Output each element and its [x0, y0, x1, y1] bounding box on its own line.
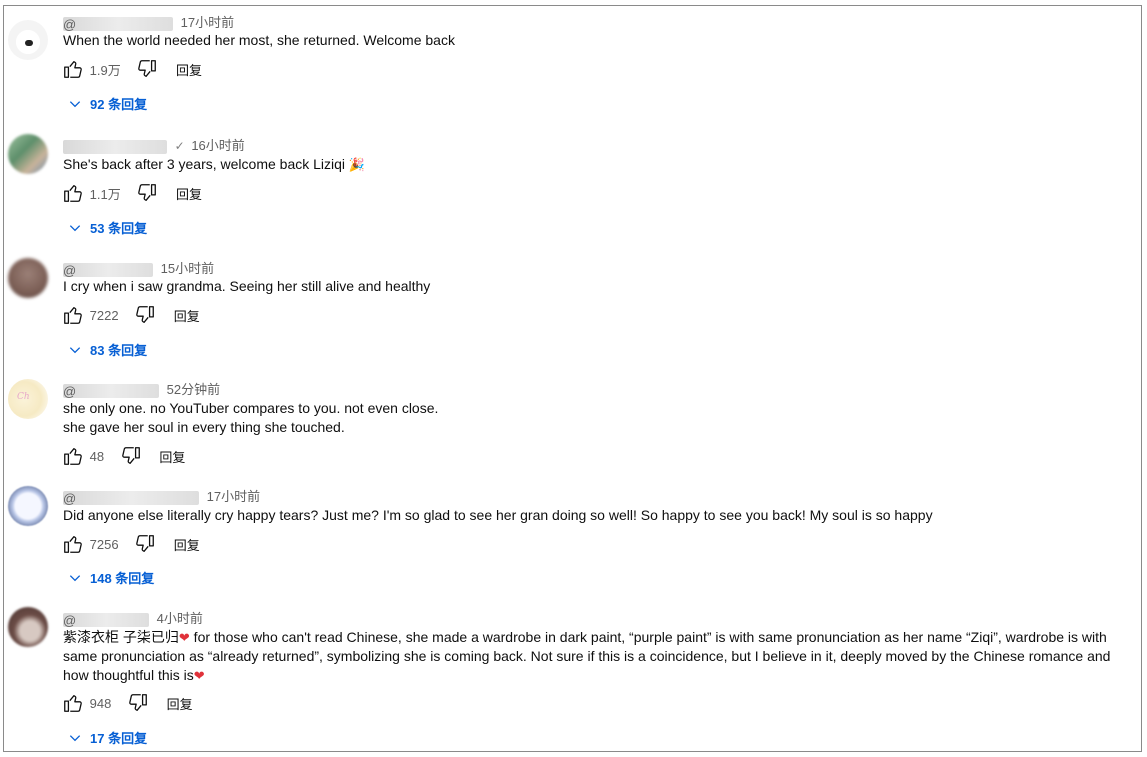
- username[interactable]: @: [63, 16, 173, 32]
- chevron-down-icon: [69, 101, 81, 108]
- chevron-down-icon: [69, 575, 81, 582]
- thumbs-down-icon[interactable]: [136, 182, 158, 204]
- thumbs-down-icon[interactable]: [136, 58, 158, 80]
- timestamp[interactable]: 16小时前: [191, 138, 244, 153]
- comment-text: 紫漆衣柜 子柒已归❤ for those who can't read Chin…: [63, 629, 1111, 683]
- comment-text: When the world needed her most, she retu…: [63, 32, 455, 48]
- avatar[interactable]: [8, 607, 48, 647]
- view-replies-button[interactable]: 92 条回复: [68, 94, 147, 113]
- heart-icon: ❤: [193, 668, 205, 683]
- thumbs-up-icon[interactable]: [62, 58, 84, 80]
- comment-meta: @ 17小时前: [63, 486, 260, 506]
- comment-text: Did anyone else literally cry happy tear…: [63, 507, 933, 523]
- party-popper-icon: 🎉: [348, 157, 366, 172]
- reply-button[interactable]: 回复: [174, 535, 200, 554]
- thumbs-down-icon[interactable]: [134, 304, 156, 326]
- comment-meta: ✓ 16小时前: [63, 135, 245, 154]
- thumbs-up-icon[interactable]: [62, 304, 84, 326]
- username[interactable]: @: [63, 383, 159, 399]
- thumbs-down-icon[interactable]: [120, 445, 142, 467]
- thumbs-up-icon[interactable]: [62, 445, 84, 467]
- view-replies-button[interactable]: 53 条回复: [68, 218, 147, 237]
- comment-meta: @ 52分钟前: [63, 379, 220, 399]
- comment-meta: @ 17小时前: [63, 12, 234, 32]
- like-count: 1.9万: [89, 62, 121, 78]
- comment-actions: 48 回复: [62, 445, 185, 467]
- timestamp[interactable]: 15小时前: [161, 261, 214, 276]
- timestamp[interactable]: 17小时前: [207, 489, 260, 504]
- thumbs-up-icon[interactable]: [62, 692, 84, 714]
- comment-actions: 1.9万 回复: [62, 58, 202, 80]
- comment-actions: 1.1万 回复: [62, 182, 202, 204]
- thumbs-up-icon[interactable]: [62, 182, 84, 204]
- reply-button[interactable]: 回复: [176, 60, 202, 79]
- heart-icon: ❤: [178, 630, 190, 645]
- username[interactable]: [63, 139, 167, 154]
- avatar[interactable]: [8, 134, 48, 174]
- timestamp[interactable]: 52分钟前: [167, 382, 220, 397]
- avatar[interactable]: [8, 20, 48, 60]
- comment-text: I cry when i saw grandma. Seeing her sti…: [63, 278, 431, 294]
- like-count: 7256: [89, 536, 119, 552]
- comment-text: she only one. no YouTuber compares to yo…: [63, 400, 439, 435]
- thumbs-down-icon[interactable]: [134, 533, 156, 555]
- reply-button[interactable]: 回复: [159, 447, 185, 466]
- comment-actions: 7256 回复: [62, 533, 200, 555]
- chevron-down-icon: [69, 735, 81, 742]
- comments-panel: @ 17小时前 When the world needed her most, …: [3, 5, 1142, 752]
- timestamp[interactable]: 4小时前: [157, 611, 203, 626]
- view-replies-button[interactable]: 148 条回复: [68, 568, 154, 587]
- chevron-down-icon: [69, 347, 81, 354]
- username[interactable]: @: [63, 612, 149, 628]
- avatar[interactable]: [8, 258, 48, 298]
- reply-button[interactable]: 回复: [167, 694, 193, 713]
- comment-meta: @ 15小时前: [63, 258, 214, 278]
- reply-button[interactable]: 回复: [176, 184, 202, 203]
- thumbs-up-icon[interactable]: [62, 533, 84, 555]
- comment-meta: @ 4小时前: [63, 608, 203, 628]
- username[interactable]: @: [63, 490, 199, 506]
- like-count: 48: [89, 448, 105, 464]
- avatar[interactable]: [8, 379, 48, 419]
- like-count: 948: [89, 695, 112, 711]
- chevron-down-icon: [69, 225, 81, 232]
- timestamp[interactable]: 17小时前: [181, 15, 234, 30]
- like-count: 7222: [89, 307, 119, 323]
- view-replies-button[interactable]: 17 条回复: [68, 728, 147, 747]
- reply-button[interactable]: 回复: [174, 306, 200, 325]
- comment-actions: 7222 回复: [62, 304, 200, 326]
- comment-text: She's back after 3 years, welcome back L…: [63, 156, 366, 172]
- avatar[interactable]: [8, 486, 48, 526]
- verified-check-icon: ✓: [174, 139, 185, 153]
- username[interactable]: @: [63, 262, 153, 278]
- thumbs-down-icon[interactable]: [127, 692, 149, 714]
- comment-actions: 948 回复: [62, 692, 193, 714]
- view-replies-button[interactable]: 83 条回复: [68, 340, 147, 359]
- like-count: 1.1万: [89, 186, 121, 202]
